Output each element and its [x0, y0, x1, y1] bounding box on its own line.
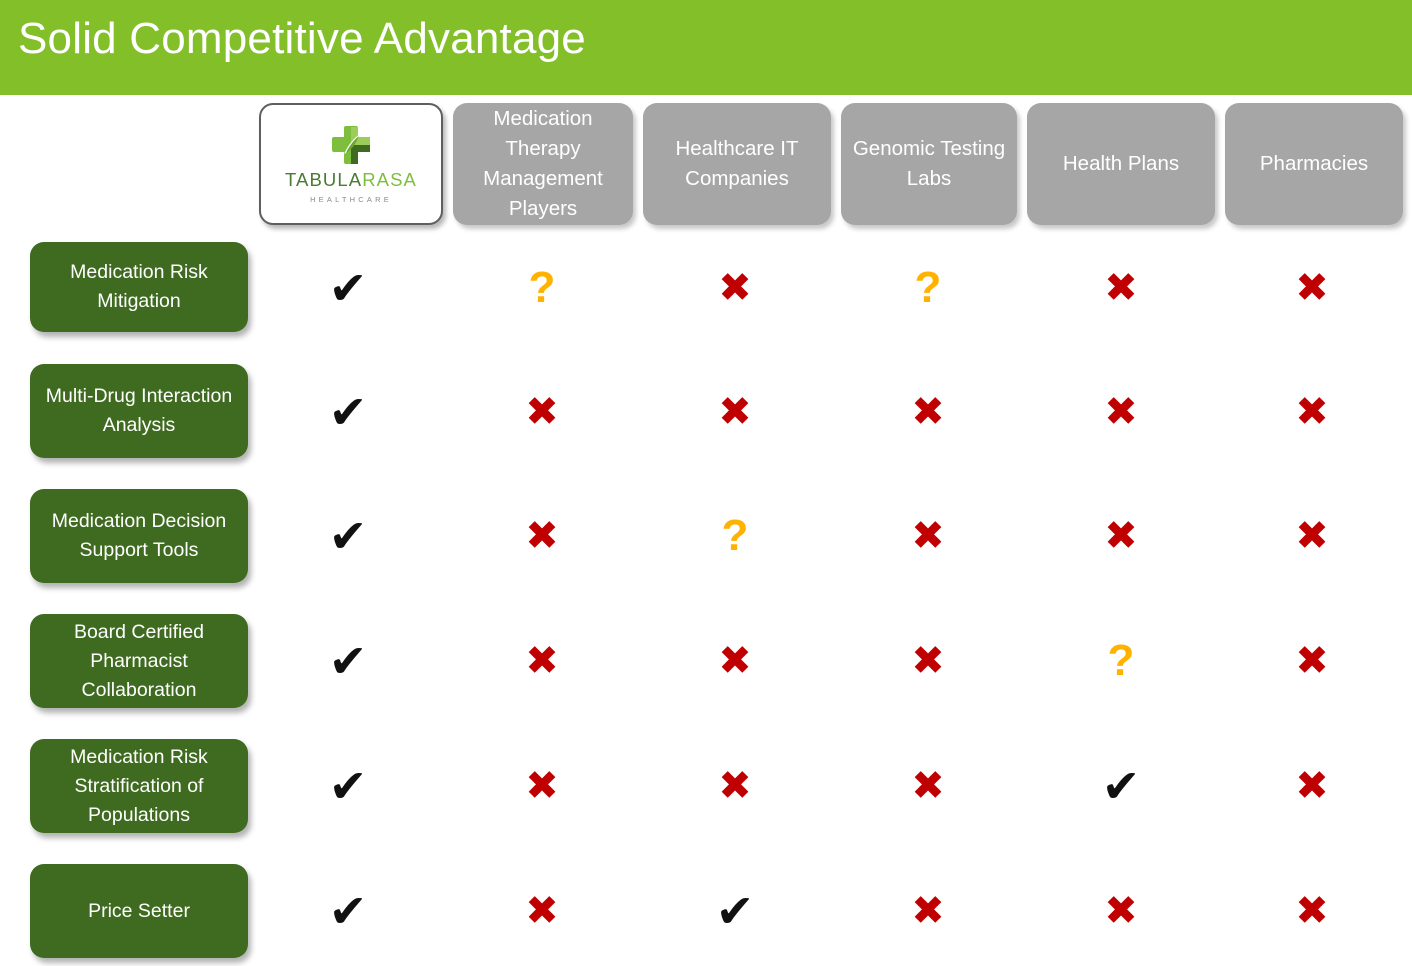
cell-multi-drug-genomic-labs-cross-icon: ✖	[911, 389, 945, 435]
cell-price-setter-tabula-rasa-check-icon: ✔	[328, 884, 368, 938]
row-label-text: Price Setter	[88, 899, 190, 922]
cell-pharmacist-collab-pharmacies-cross-icon: ✖	[1295, 638, 1329, 684]
cell-multi-drug-pharmacies-cross-icon: ✖	[1295, 389, 1329, 435]
row-label-medication-risk-mitigation: Medication Risk Mitigation	[30, 242, 248, 332]
cell-risk-stratification-mtm-players-cross-icon: ✖	[525, 763, 559, 809]
column-header-genomic-labs: Genomic Testing Labs	[841, 103, 1017, 225]
cell-risk-stratification-genomic-labs-cross-icon: ✖	[911, 763, 945, 809]
cell-pharmacist-collab-mtm-players-cross-icon: ✖	[525, 638, 559, 684]
cell-decision-support-health-plans-cross-icon: ✖	[1104, 513, 1138, 559]
competitive-advantage-matrix: TABULARASA HEALTHCARE Medication Therapy…	[0, 95, 1412, 966]
cell-risk-mitigation-pharmacies-cross-icon: ✖	[1295, 265, 1329, 311]
cell-pharmacist-collab-tabula-rasa-check-icon: ✔	[328, 634, 368, 688]
logo-subtitle: HEALTHCARE	[310, 194, 392, 204]
cell-risk-mitigation-mtm-players-question-icon: ?	[528, 263, 556, 312]
column-header-tabula-rasa: TABULARASA HEALTHCARE	[259, 103, 443, 225]
row-label-decision-support-tools: Medication Decision Support Tools	[30, 489, 248, 583]
cell-risk-mitigation-healthcare-it-cross-icon: ✖	[718, 265, 752, 311]
row-label-text: Multi-Drug Interaction Analysis	[45, 385, 233, 436]
cell-decision-support-tabula-rasa-check-icon: ✔	[328, 509, 368, 563]
cell-pharmacist-collab-health-plans-question-icon: ?	[1107, 636, 1135, 685]
cell-risk-stratification-pharmacies-cross-icon: ✖	[1295, 763, 1329, 809]
cell-risk-stratification-health-plans-check-icon: ✔	[1101, 759, 1141, 813]
column-header-mtm-players: Medication Therapy Management Players	[453, 103, 633, 225]
cell-decision-support-healthcare-it-question-icon: ?	[721, 511, 749, 560]
row-label-pharmacist-collaboration: Board Certified Pharmacist Collaboration	[30, 614, 248, 708]
cell-price-setter-healthcare-it-check-icon: ✔	[715, 884, 755, 938]
cell-risk-mitigation-genomic-labs-question-icon: ?	[914, 263, 942, 312]
column-header-label: Medication Therapy Management Players	[483, 107, 603, 220]
cell-multi-drug-tabula-rasa-check-icon: ✔	[328, 385, 368, 439]
cell-price-setter-health-plans-cross-icon: ✖	[1104, 888, 1138, 934]
column-header-label: Genomic Testing Labs	[852, 137, 1006, 190]
column-header-health-plans: Health Plans	[1027, 103, 1215, 225]
row-label-price-setter: Price Setter	[30, 864, 248, 958]
cell-decision-support-genomic-labs-cross-icon: ✖	[911, 513, 945, 559]
column-header-healthcare-it: Healthcare IT Companies	[643, 103, 831, 225]
column-header-label: Healthcare IT Companies	[675, 137, 799, 190]
cell-risk-mitigation-health-plans-cross-icon: ✖	[1104, 265, 1138, 311]
cell-multi-drug-health-plans-cross-icon: ✖	[1104, 389, 1138, 435]
cell-pharmacist-collab-healthcare-it-cross-icon: ✖	[718, 638, 752, 684]
row-label-text: Medication Decision Support Tools	[51, 510, 227, 561]
cell-price-setter-mtm-players-cross-icon: ✖	[525, 888, 559, 934]
cell-decision-support-pharmacies-cross-icon: ✖	[1295, 513, 1329, 559]
title-band: Solid Competitive Advantage	[0, 0, 1412, 95]
cell-price-setter-pharmacies-cross-icon: ✖	[1295, 888, 1329, 934]
column-header-pharmacies: Pharmacies	[1225, 103, 1403, 225]
row-label-text: Medication Risk Mitigation	[70, 261, 208, 312]
column-header-row: TABULARASA HEALTHCARE Medication Therapy…	[0, 103, 1412, 228]
row-label-multi-drug-interaction: Multi-Drug Interaction Analysis	[30, 364, 248, 458]
cell-risk-mitigation-tabula-rasa-check-icon: ✔	[328, 261, 368, 315]
logo-word-2: RASA	[362, 168, 417, 190]
cell-risk-stratification-healthcare-it-cross-icon: ✖	[718, 763, 752, 809]
cell-multi-drug-mtm-players-cross-icon: ✖	[525, 389, 559, 435]
cell-price-setter-genomic-labs-cross-icon: ✖	[911, 888, 945, 934]
logo-word-1: TABULA	[285, 168, 363, 190]
row-label-text: Board Certified Pharmacist Collaboration	[73, 620, 205, 701]
page-title: Solid Competitive Advantage	[18, 14, 586, 63]
row-label-risk-stratification: Medication Risk Stratification of Popula…	[30, 739, 248, 833]
cell-pharmacist-collab-genomic-labs-cross-icon: ✖	[911, 638, 945, 684]
cell-risk-stratification-tabula-rasa-check-icon: ✔	[328, 759, 368, 813]
cell-decision-support-mtm-players-cross-icon: ✖	[525, 513, 559, 559]
logo-wordmark: TABULARASA	[285, 169, 417, 191]
column-header-label: Pharmacies	[1259, 152, 1369, 175]
row-label-text: Medication Risk Stratification of Popula…	[70, 745, 208, 826]
medical-cross-leaf-icon	[332, 125, 370, 164]
cell-multi-drug-healthcare-it-cross-icon: ✖	[718, 389, 752, 435]
column-header-label: Health Plans	[1062, 152, 1180, 175]
